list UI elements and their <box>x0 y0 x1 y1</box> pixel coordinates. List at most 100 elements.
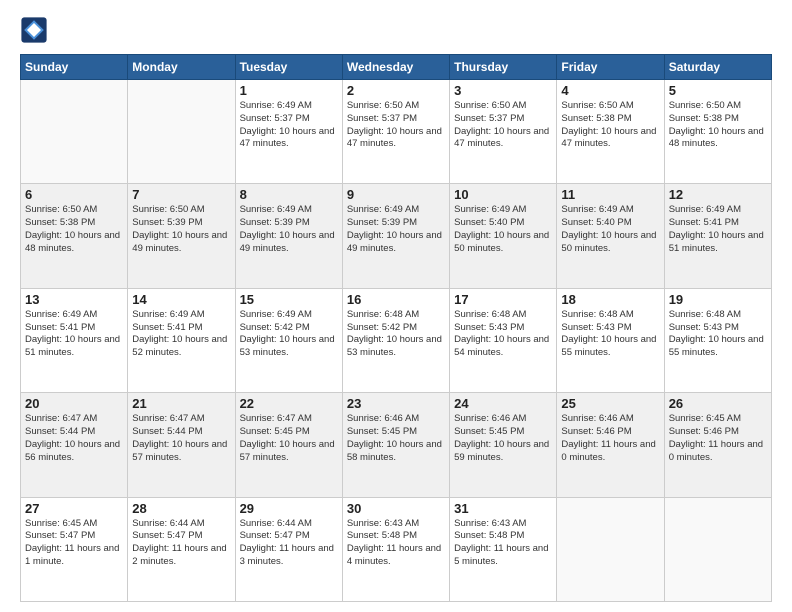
weekday-friday: Friday <box>557 55 664 80</box>
day-number: 17 <box>454 292 552 307</box>
cell-text: Sunrise: 6:49 AM Sunset: 5:39 PM Dayligh… <box>240 204 338 255</box>
cell-text: Sunrise: 6:48 AM Sunset: 5:43 PM Dayligh… <box>669 309 767 360</box>
day-number: 28 <box>132 501 230 516</box>
cell-text: Sunrise: 6:49 AM Sunset: 5:40 PM Dayligh… <box>454 204 552 255</box>
cell-text: Sunrise: 6:50 AM Sunset: 5:39 PM Dayligh… <box>132 204 230 255</box>
cell-text: Sunrise: 6:46 AM Sunset: 5:45 PM Dayligh… <box>347 413 445 464</box>
cell-text: Sunrise: 6:49 AM Sunset: 5:41 PM Dayligh… <box>132 309 230 360</box>
cell-text: Sunrise: 6:50 AM Sunset: 5:38 PM Dayligh… <box>25 204 123 255</box>
calendar-cell: 1Sunrise: 6:49 AM Sunset: 5:37 PM Daylig… <box>235 80 342 184</box>
day-number: 2 <box>347 83 445 98</box>
calendar-cell: 6 Sunrise: 6:50 AM Sunset: 5:38 PM Daylig… <box>21 184 128 288</box>
cell-text: Sunrise: 6:46 AM Sunset: 5:46 PM Dayligh… <box>561 413 659 464</box>
day-number: 30 <box>347 501 445 516</box>
calendar-cell: 12 Sunrise: 6:49 AM Sunset: 5:41 PM Dayli… <box>664 184 771 288</box>
calendar-cell: 8 Sunrise: 6:49 AM Sunset: 5:39 PM Daylig… <box>235 184 342 288</box>
calendar-cell: 14 Sunrise: 6:49 AM Sunset: 5:41 PM Dayli… <box>128 288 235 392</box>
cell-text: Sunrise: 6:45 AM Sunset: 5:47 PM Dayligh… <box>25 518 123 569</box>
cell-text: Sunrise: 6:50 AM Sunset: 5:38 PM Dayligh… <box>669 100 767 151</box>
logo <box>20 16 52 44</box>
calendar-cell: 4 Sunrise: 6:50 AM Sunset: 5:38 PM Daylig… <box>557 80 664 184</box>
calendar-cell: 19 Sunrise: 6:48 AM Sunset: 5:43 PM Dayli… <box>664 288 771 392</box>
day-number: 1 <box>240 83 338 98</box>
calendar-cell: 11Sunrise: 6:49 AM Sunset: 5:40 PM Dayli… <box>557 184 664 288</box>
calendar-cell: 17 Sunrise: 6:48 AM Sunset: 5:43 PM Dayli… <box>450 288 557 392</box>
day-number: 19 <box>669 292 767 307</box>
cell-text: Sunrise: 6:44 AM Sunset: 5:47 PM Dayligh… <box>240 518 338 569</box>
calendar-cell: 10 Sunrise: 6:49 AM Sunset: 5:40 PM Dayli… <box>450 184 557 288</box>
calendar-cell: 16 Sunrise: 6:48 AM Sunset: 5:42 PM Dayli… <box>342 288 449 392</box>
day-number: 4 <box>561 83 659 98</box>
day-number: 12 <box>669 187 767 202</box>
cell-text: Sunrise: 6:47 AM Sunset: 5:45 PM Dayligh… <box>240 413 338 464</box>
cell-text: Sunrise: 6:49 AM Sunset: 5:41 PM Dayligh… <box>669 204 767 255</box>
cell-text: Sunrise: 6:48 AM Sunset: 5:43 PM Dayligh… <box>561 309 659 360</box>
calendar-cell: 26Sunrise: 6:45 AM Sunset: 5:46 PM Dayli… <box>664 393 771 497</box>
day-number: 27 <box>25 501 123 516</box>
calendar-cell: 20Sunrise: 6:47 AM Sunset: 5:44 PM Dayli… <box>21 393 128 497</box>
day-number: 9 <box>347 187 445 202</box>
calendar-week-1: 1Sunrise: 6:49 AM Sunset: 5:37 PM Daylig… <box>21 80 772 184</box>
cell-text: Sunrise: 6:49 AM Sunset: 5:42 PM Dayligh… <box>240 309 338 360</box>
day-number: 11 <box>561 187 659 202</box>
day-number: 8 <box>240 187 338 202</box>
calendar-cell: 29Sunrise: 6:44 AM Sunset: 5:47 PM Dayli… <box>235 497 342 601</box>
weekday-tuesday: Tuesday <box>235 55 342 80</box>
calendar-week-4: 20 Sunrise: 6:47 AM Sunset: 5:44 PM Dayli… <box>21 393 772 497</box>
cell-text: Sunrise: 6:43 AM Sunset: 5:48 PM Dayligh… <box>454 518 552 569</box>
calendar-cell <box>557 497 664 601</box>
cell-text: Sunrise: 6:49 AM Sunset: 5:41 PM Dayligh… <box>25 309 123 360</box>
calendar-cell: 31 Sunrise: 6:43 AM Sunset: 5:48 PM Dayli… <box>450 497 557 601</box>
calendar-cell: 28 Sunrise: 6:44 AM Sunset: 5:47 PM Dayli… <box>128 497 235 601</box>
cell-text: Sunrise: 6:48 AM Sunset: 5:43 PM Dayligh… <box>454 309 552 360</box>
day-number: 22 <box>240 396 338 411</box>
cell-text: Sunrise: 6:50 AM Sunset: 5:37 PM Dayligh… <box>454 100 552 151</box>
cell-text: Sunrise: 6:48 AM Sunset: 5:42 PM Dayligh… <box>347 309 445 360</box>
day-number: 16 <box>347 292 445 307</box>
calendar-cell <box>128 80 235 184</box>
calendar-cell: 25 Sunrise: 6:46 AM Sunset: 5:46 PM Dayli… <box>557 393 664 497</box>
weekday-header-row: SundayMondayTuesdayWednesdayThursdayFrid… <box>21 55 772 80</box>
day-number: 5 <box>669 83 767 98</box>
calendar-cell: 24 Sunrise: 6:46 AM Sunset: 5:45 PM Dayli… <box>450 393 557 497</box>
generalblue-logo-icon <box>20 16 48 44</box>
day-number: 7 <box>132 187 230 202</box>
page: SundayMondayTuesdayWednesdayThursdayFrid… <box>0 0 792 612</box>
day-number: 10 <box>454 187 552 202</box>
day-number: 14 <box>132 292 230 307</box>
day-number: 21 <box>132 396 230 411</box>
day-number: 23 <box>347 396 445 411</box>
calendar-week-2: 6 Sunrise: 6:50 AM Sunset: 5:38 PM Daylig… <box>21 184 772 288</box>
weekday-sunday: Sunday <box>21 55 128 80</box>
calendar-cell: 30Sunrise: 6:43 AM Sunset: 5:48 PM Dayli… <box>342 497 449 601</box>
calendar-cell: 15 Sunrise: 6:49 AM Sunset: 5:42 PM Dayli… <box>235 288 342 392</box>
weekday-wednesday: Wednesday <box>342 55 449 80</box>
calendar-cell: 21 Sunrise: 6:47 AM Sunset: 5:44 PM Dayli… <box>128 393 235 497</box>
weekday-saturday: Saturday <box>664 55 771 80</box>
header <box>20 16 772 44</box>
calendar-cell: 2Sunrise: 6:50 AM Sunset: 5:37 PM Daylig… <box>342 80 449 184</box>
calendar-week-3: 13Sunrise: 6:49 AM Sunset: 5:41 PM Dayli… <box>21 288 772 392</box>
day-number: 20 <box>25 396 123 411</box>
day-number: 3 <box>454 83 552 98</box>
calendar-cell: 7 Sunrise: 6:50 AM Sunset: 5:39 PM Daylig… <box>128 184 235 288</box>
day-number: 25 <box>561 396 659 411</box>
day-number: 6 <box>25 187 123 202</box>
cell-text: Sunrise: 6:46 AM Sunset: 5:45 PM Dayligh… <box>454 413 552 464</box>
cell-text: Sunrise: 6:50 AM Sunset: 5:38 PM Dayligh… <box>561 100 659 151</box>
cell-text: Sunrise: 6:49 AM Sunset: 5:39 PM Dayligh… <box>347 204 445 255</box>
calendar-cell: 23 Sunrise: 6:46 AM Sunset: 5:45 PM Dayli… <box>342 393 449 497</box>
day-number: 15 <box>240 292 338 307</box>
weekday-monday: Monday <box>128 55 235 80</box>
cell-text: Sunrise: 6:45 AM Sunset: 5:46 PM Dayligh… <box>669 413 767 464</box>
calendar-cell: 5 Sunrise: 6:50 AM Sunset: 5:38 PM Daylig… <box>664 80 771 184</box>
day-number: 18 <box>561 292 659 307</box>
day-number: 24 <box>454 396 552 411</box>
calendar-cell <box>21 80 128 184</box>
cell-text: Sunrise: 6:44 AM Sunset: 5:47 PM Dayligh… <box>132 518 230 569</box>
day-number: 31 <box>454 501 552 516</box>
calendar-cell: 9 Sunrise: 6:49 AM Sunset: 5:39 PM Daylig… <box>342 184 449 288</box>
cell-text: Sunrise: 6:47 AM Sunset: 5:44 PM Dayligh… <box>132 413 230 464</box>
calendar-cell: 18 Sunrise: 6:48 AM Sunset: 5:43 PM Dayli… <box>557 288 664 392</box>
calendar-table: SundayMondayTuesdayWednesdayThursdayFrid… <box>20 54 772 602</box>
